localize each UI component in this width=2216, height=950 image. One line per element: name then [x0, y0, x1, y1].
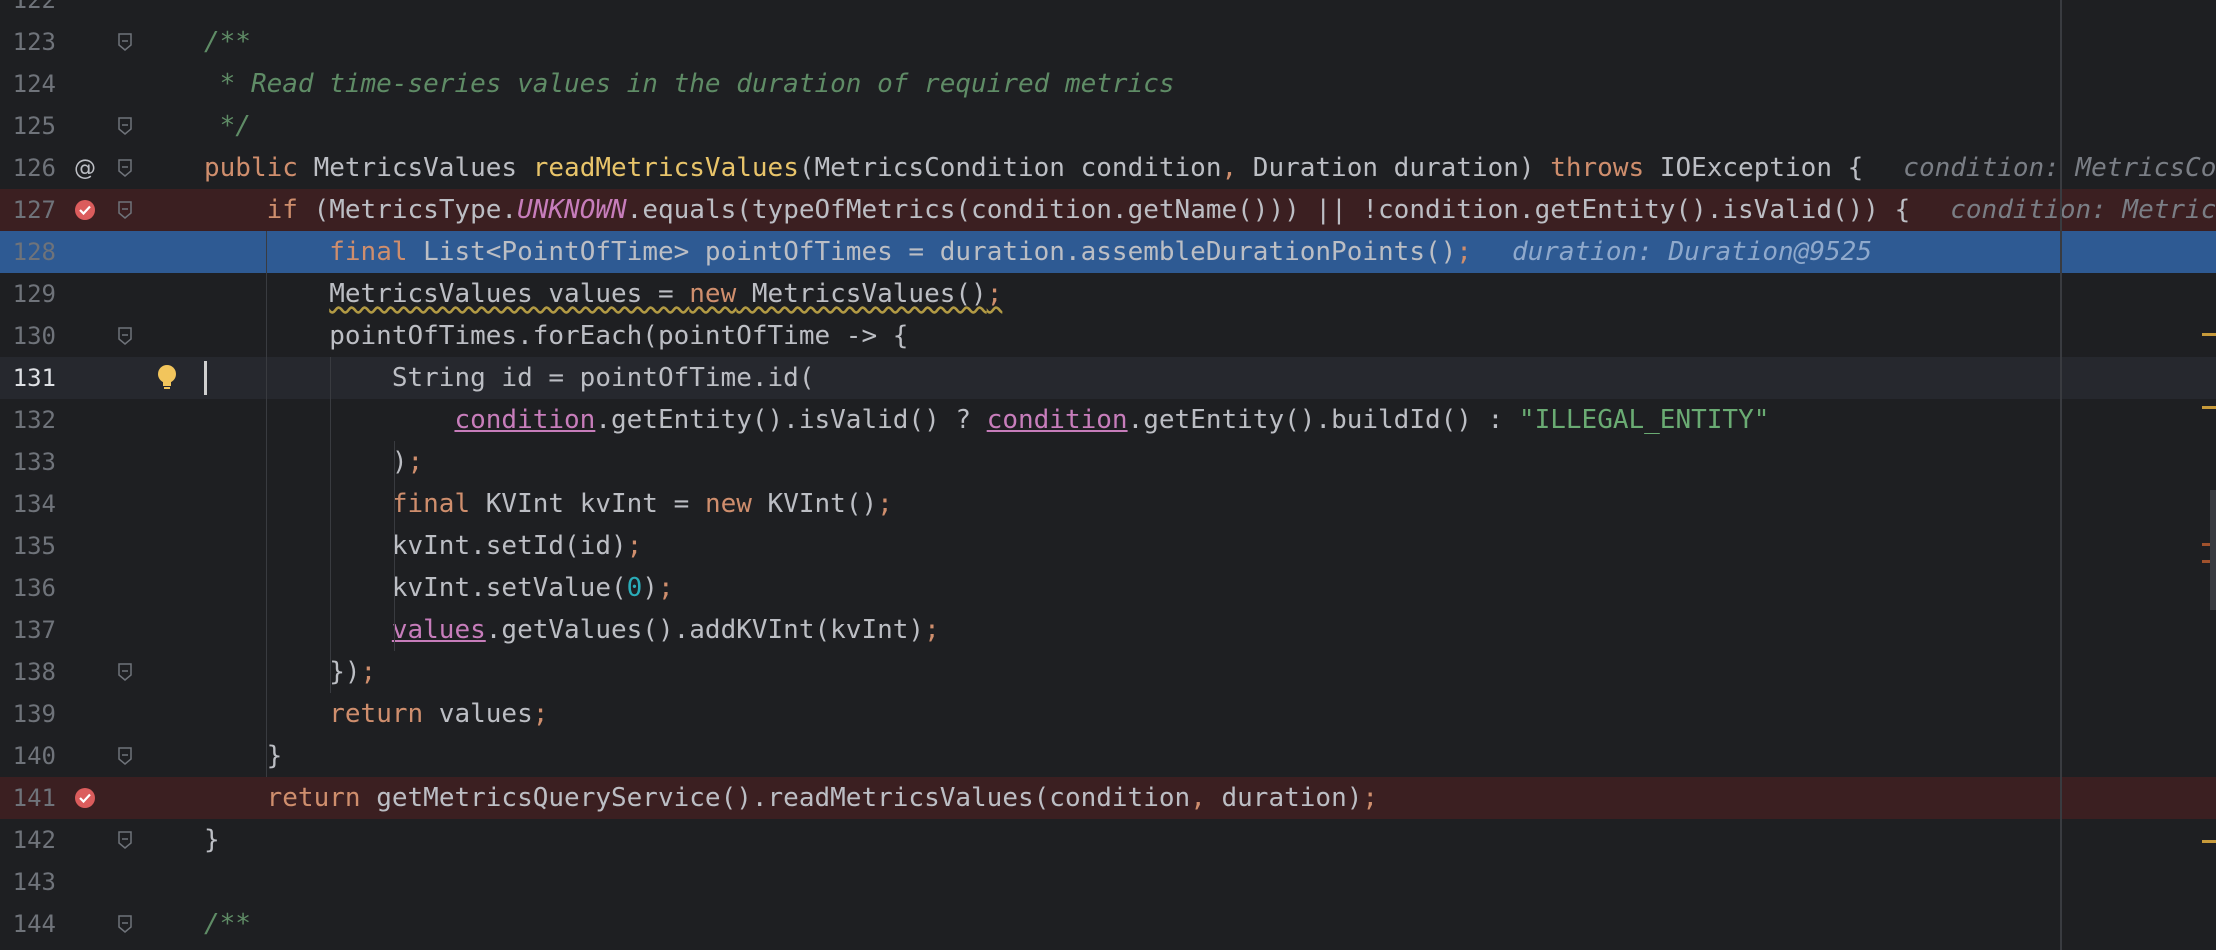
code-line-122[interactable]: 122	[0, 0, 2216, 21]
line-number[interactable]: 123	[0, 21, 56, 63]
code-line-140[interactable]: 140 }	[0, 735, 2216, 777]
code-text[interactable]: return getMetricsQueryService().readMetr…	[204, 777, 1378, 819]
code-line-128[interactable]: 128 final List<PointOfTime> pointOfTimes…	[0, 231, 2216, 273]
line-number[interactable]: 137	[0, 609, 56, 651]
lightbulb-icon[interactable]	[156, 365, 178, 389]
code-line-131[interactable]: 131 String id = pointOfTime.id(	[0, 357, 2216, 399]
line-number[interactable]: 140	[0, 735, 56, 777]
code-text[interactable]: kvInt.setValue(0);	[204, 567, 674, 609]
fold-marker-icon[interactable]	[118, 201, 132, 219]
breakpoint-icon[interactable]	[74, 787, 96, 809]
code-line-133[interactable]: 133 );	[0, 441, 2216, 483]
implements-method-icon[interactable]: @	[74, 156, 96, 181]
line-number[interactable]: 124	[0, 63, 56, 105]
line-number[interactable]: 129	[0, 273, 56, 315]
code-line-123[interactable]: 123 /**	[0, 21, 2216, 63]
line-number[interactable]: 132	[0, 399, 56, 441]
line-number[interactable]: 133	[0, 441, 56, 483]
text-caret	[204, 361, 207, 395]
code-text[interactable]: if (MetricsType.UNKNOWN.equals(typeOfMet…	[204, 189, 2216, 231]
code-text[interactable]: * Read time-series values in the duratio…	[204, 63, 1175, 105]
code-line-138[interactable]: 138 });	[0, 651, 2216, 693]
code-line-143[interactable]: 143	[0, 861, 2216, 903]
indent-guide	[330, 357, 331, 693]
code-line-135[interactable]: 135 kvInt.setId(id);	[0, 525, 2216, 567]
code-text[interactable]: return values;	[204, 693, 548, 735]
code-text[interactable]: public MetricsValues readMetricsValues(M…	[204, 147, 2216, 189]
line-number[interactable]: 136	[0, 567, 56, 609]
code-line-137[interactable]: 137 values.getValues().addKVInt(kvInt);	[0, 609, 2216, 651]
code-line-124[interactable]: 124 * Read time-series values in the dur…	[0, 63, 2216, 105]
line-number[interactable]: 131	[0, 357, 56, 399]
code-line-132[interactable]: 132 condition.getEntity().isValid() ? co…	[0, 399, 2216, 441]
code-text[interactable]: condition.getEntity().isValid() ? condit…	[204, 399, 1769, 441]
right-margin-guide	[2060, 0, 2062, 950]
code-editor[interactable]: 122 123/** 124 * Read time-series values i…	[0, 0, 2216, 950]
code-text[interactable]: values.getValues().addKVInt(kvInt);	[204, 609, 940, 651]
code-text[interactable]: */	[204, 105, 251, 147]
line-number[interactable]: 125	[0, 105, 56, 147]
code-text[interactable]: kvInt.setId(id);	[204, 525, 642, 567]
code-text[interactable]: final List<PointOfTime> pointOfTimes = d…	[204, 231, 1872, 273]
code-text[interactable]: });	[204, 651, 376, 693]
code-line-136[interactable]: 136 kvInt.setValue(0);	[0, 567, 2216, 609]
code-line-141[interactable]: 141 return getMetricsQueryService().read…	[0, 777, 2216, 819]
line-number[interactable]: 135	[0, 525, 56, 567]
line-number[interactable]: 134	[0, 483, 56, 525]
line-number[interactable]: 144	[0, 903, 56, 945]
code-line-130[interactable]: 130 pointOfTimes.forEach(pointOfTime -> …	[0, 315, 2216, 357]
line-number[interactable]: 130	[0, 315, 56, 357]
fold-marker-icon[interactable]	[118, 831, 132, 849]
fold-marker-icon[interactable]	[118, 33, 132, 51]
line-number[interactable]: 127	[0, 189, 56, 231]
error-stripe-mark[interactable]	[2202, 406, 2216, 409]
code-text[interactable]: MetricsValues values = new MetricsValues…	[204, 273, 1002, 315]
line-number[interactable]: 142	[0, 819, 56, 861]
code-text[interactable]: /**	[204, 21, 251, 63]
line-number[interactable]: 139	[0, 693, 56, 735]
code-text[interactable]: }	[204, 735, 283, 777]
code-line-139[interactable]: 139 return values;	[0, 693, 2216, 735]
indent-guide	[394, 441, 395, 651]
code-line-125[interactable]: 125 */	[0, 105, 2216, 147]
line-number[interactable]: 143	[0, 861, 56, 903]
error-stripe-mark[interactable]	[2202, 840, 2216, 843]
code-line-134[interactable]: 134 final KVInt kvInt = new KVInt();	[0, 483, 2216, 525]
fold-marker-icon[interactable]	[118, 159, 132, 177]
indent-guide	[266, 231, 267, 777]
line-number[interactable]: 138	[0, 651, 56, 693]
scrollbar-thumb[interactable]	[2210, 490, 2216, 610]
fold-marker-icon[interactable]	[118, 663, 132, 681]
fold-marker-icon[interactable]	[118, 117, 132, 135]
code-text[interactable]: final KVInt kvInt = new KVInt();	[204, 483, 893, 525]
code-text[interactable]: /**	[204, 903, 251, 945]
line-number[interactable]: 122	[0, 0, 56, 21]
code-line-142[interactable]: 142}	[0, 819, 2216, 861]
fold-marker-icon[interactable]	[118, 747, 132, 765]
fold-marker-icon[interactable]	[118, 915, 132, 933]
fold-marker-icon[interactable]	[118, 327, 132, 345]
code-text[interactable]: }	[204, 819, 220, 861]
code-text[interactable]: String id = pointOfTime.id(	[204, 357, 815, 399]
code-line-144[interactable]: 144 /**	[0, 903, 2216, 945]
error-stripe-mark[interactable]	[2202, 333, 2216, 336]
line-number[interactable]: 126	[0, 147, 56, 189]
line-number[interactable]: 141	[0, 777, 56, 819]
code-line-127[interactable]: 127 if (MetricsType.UNKNOWN.equals(typeO…	[0, 189, 2216, 231]
code-text[interactable]: pointOfTimes.forEach(pointOfTime -> {	[204, 315, 908, 357]
code-line-129[interactable]: 129 MetricsValues values = new MetricsVa…	[0, 273, 2216, 315]
code-line-126[interactable]: 126 @ public MetricsValues readMetricsValu…	[0, 147, 2216, 189]
line-number[interactable]: 128	[0, 231, 56, 273]
code-text[interactable]: );	[204, 441, 423, 483]
breakpoint-icon[interactable]	[74, 199, 96, 221]
